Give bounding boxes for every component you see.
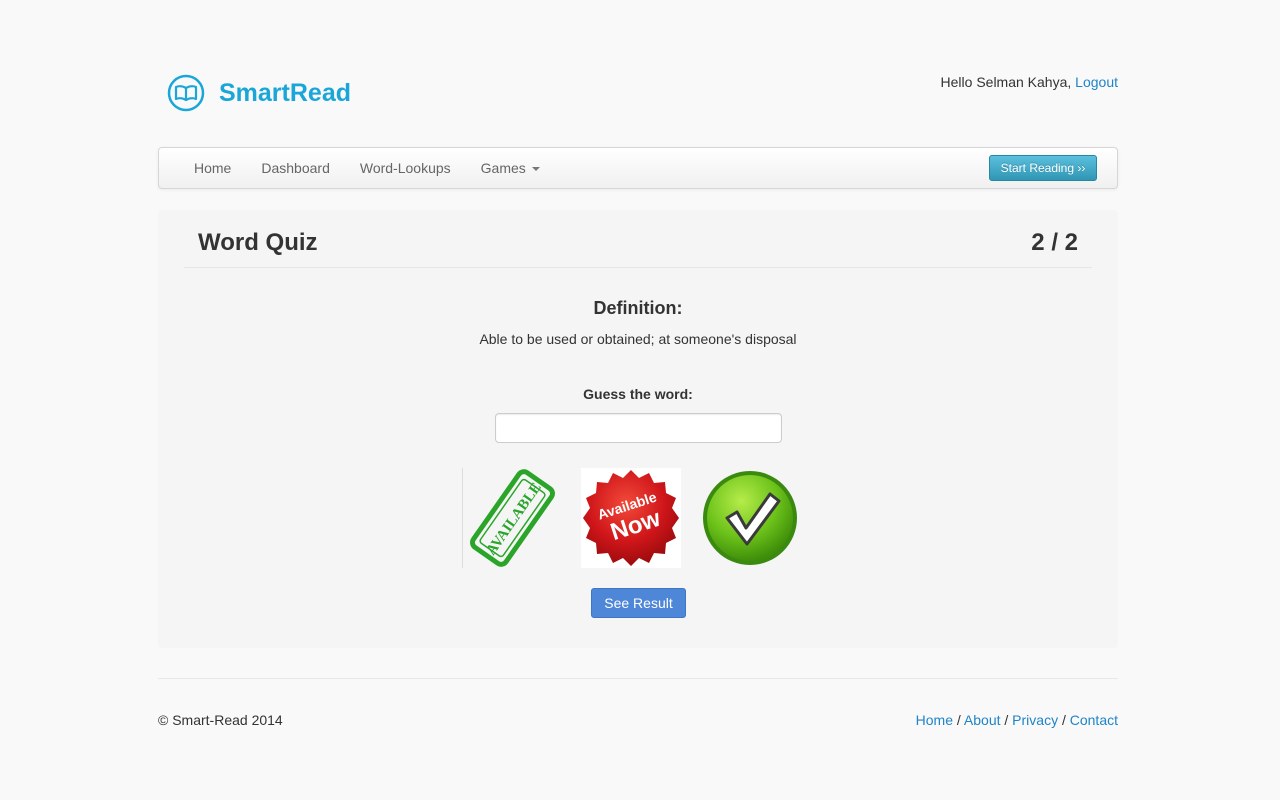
nav-item-dashboard[interactable]: Dashboard [246,148,345,188]
see-result-button[interactable]: See Result [591,588,686,618]
quiz-progress: 2 / 2 [1031,229,1078,256]
title-divider [184,267,1092,268]
open-book-icon [167,74,205,112]
footer-links: Home / About / Privacy / Contact [916,712,1118,728]
caret-down-icon [531,167,540,172]
footer-link-contact[interactable]: Contact [1070,712,1118,728]
available-stamp-icon[interactable]: AVAILABLE [462,468,562,568]
start-reading-button[interactable]: Start Reading ›› [989,155,1097,181]
logout-link[interactable]: Logout [1075,74,1118,90]
definition-label: Definition: [593,298,683,318]
copyright-text: © Smart-Read 2014 [158,712,283,728]
footer-separator: / [1058,712,1070,728]
brand-name: SmartRead [219,78,351,107]
definition-text: Able to be used or obtained; at someone'… [479,331,797,347]
available-now-badge-icon[interactable]: Available Now [581,468,681,568]
footer-link-home[interactable]: Home [916,712,953,728]
user-greeting: Hello Selman Kahya, Logout [941,74,1118,90]
nav-item-word-lookups[interactable]: Word-Lookups [345,148,466,188]
footer-link-about[interactable]: About [964,712,1001,728]
footer-separator: / [1000,712,1013,728]
nav-item-games-dropdown[interactable]: Games [466,148,555,188]
footer-link-privacy[interactable]: Privacy [1012,712,1058,728]
quiz-panel: Word Quiz 2 / 2 Definition: Able to be u… [158,210,1118,648]
guess-label: Guess the word: [583,386,693,402]
nav-item-home[interactable]: Home [179,148,246,188]
hint-images: AVAILABLE Available Now [462,468,802,568]
nav-item-games-label: Games [480,160,526,176]
nav-menu: Home Dashboard Word-Lookups Games [179,148,555,188]
footer-divider [158,678,1118,679]
quiz-title: Word Quiz [198,229,318,256]
main-navbar: Home Dashboard Word-Lookups Games Start … [158,147,1118,189]
guess-input[interactable] [495,413,782,443]
footer-separator: / [953,712,964,728]
green-checkmark-icon[interactable] [700,468,800,568]
brand-logo[interactable]: SmartRead [167,74,351,112]
greeting-text: Hello Selman Kahya, [940,74,1072,90]
